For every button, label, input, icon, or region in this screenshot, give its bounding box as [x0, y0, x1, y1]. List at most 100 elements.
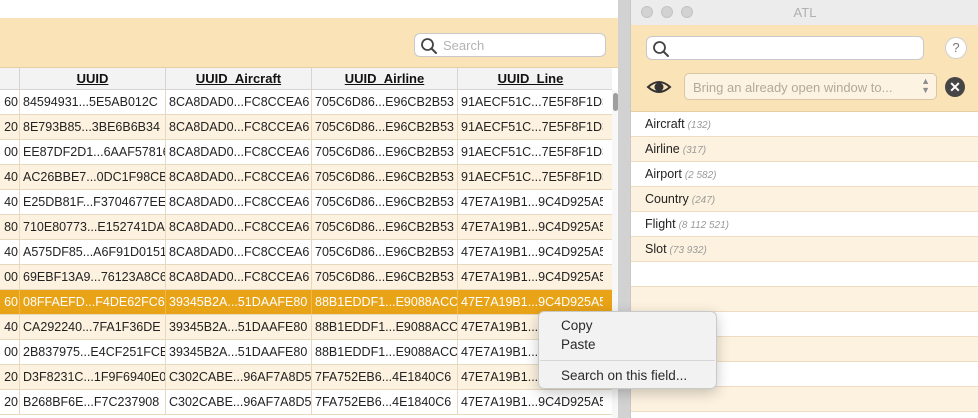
table-cell[interactable]: E25DB81F...F3704677EE [19, 190, 165, 214]
menu-item-search-field[interactable]: Search on this field... [561, 368, 687, 383]
table-cell[interactable]: 20 [0, 390, 19, 414]
table-cell[interactable]: 20 [0, 365, 19, 389]
table-cell[interactable]: 705C6D86...E96CB2B53 [311, 140, 457, 164]
table-row[interactable]: 60 84594931...5E5AB012C 8CA8DAD0...FC8CCEA… [0, 90, 612, 115]
table-row[interactable]: 60 08FFAEFD...F4DE62FC6 39345B2A...51DAAFE… [0, 290, 612, 315]
table-cell[interactable]: 40 [0, 315, 19, 339]
table-row[interactable]: 40 A575DF85...A6F91D0151 8CA8DAD0...FC8CCE… [0, 240, 612, 265]
table-row[interactable]: 00 2B837975...E4CF251FCB 39345B2A...51DAAF… [0, 340, 612, 365]
table-cell[interactable]: 40 [0, 240, 19, 264]
table-cell[interactable]: 8CA8DAD0...FC8CCEA6 [165, 90, 311, 114]
column-header[interactable]: UUID_Aircraft [165, 68, 311, 90]
table-body[interactable]: 60 84594931...5E5AB012C 8CA8DAD0...FC8CCEA… [0, 90, 612, 418]
list-item[interactable]: Aircraft (132) [631, 112, 978, 137]
table-cell[interactable]: 00 [0, 140, 19, 164]
eye-icon[interactable] [646, 76, 672, 98]
table-row[interactable]: 00 EE87DF2D1...6AAF57816 8CA8DAD0...FC8CCE… [0, 140, 612, 165]
table-cell[interactable]: 8CA8DAD0...FC8CCEA6 [165, 165, 311, 189]
help-button[interactable]: ? [945, 37, 967, 59]
table-cell[interactable]: 8CA8DAD0...FC8CCEA6 [165, 265, 311, 289]
table-row[interactable]: 40 E25DB81F...F3704677EE 8CA8DAD0...FC8CCE… [0, 190, 612, 215]
list-item-label: Airline (317) [645, 142, 706, 156]
table-cell[interactable]: 40 [0, 165, 19, 189]
list-item[interactable]: Country (247) [631, 187, 978, 212]
table-cell[interactable]: 08FFAEFD...F4DE62FC6 [19, 290, 165, 314]
table-cell[interactable]: 8E793B85...3BE6B6B34 [19, 115, 165, 139]
table-cell[interactable]: 705C6D86...E96CB2B53 [311, 215, 457, 239]
entity-count: (247) [691, 195, 716, 206]
table-cell[interactable]: 47E7A19B1...9C4D925A5 [457, 265, 603, 289]
table-cell[interactable]: 47E7A19B1...9C4D925A5 [457, 240, 603, 264]
table-cell[interactable]: 705C6D86...E96CB2B53 [311, 90, 457, 114]
table-row[interactable]: 40 CA292240...7FA1F36DE 39345B2A...51DAAFE… [0, 315, 612, 340]
column-header[interactable]: UUID_Line [457, 68, 603, 90]
list-item[interactable]: Flight (8 112 521) [631, 212, 978, 237]
clear-button[interactable]: ✕ [945, 77, 965, 97]
table-row[interactable]: 40 AC26BBE7...0DC1F98CB 8CA8DAD0...FC8CCEA… [0, 165, 612, 190]
table-cell[interactable]: 8CA8DAD0...FC8CCEA6 [165, 240, 311, 264]
table-cell[interactable]: 705C6D86...E96CB2B53 [311, 190, 457, 214]
table-cell[interactable]: 705C6D86...E96CB2B53 [311, 165, 457, 189]
list-item[interactable]: Airline (317) [631, 137, 978, 162]
table-cell[interactable]: 88B1EDDF1...E9088ACC [311, 315, 457, 339]
table-cell[interactable]: 705C6D86...E96CB2B53 [311, 265, 457, 289]
table-cell[interactable]: 91AECF51C...7E5F8F1D3 [457, 140, 603, 164]
table-row[interactable]: 80 710E80773...E152741DA 8CA8DAD0...FC8CCE… [0, 215, 612, 240]
table-cell[interactable]: 47E7A19B1...9C4D925A5 [457, 215, 603, 239]
table-cell[interactable]: 39345B2A...51DAAFE80 [165, 315, 311, 339]
table-cell[interactable]: 39345B2A...51DAAFE80 [165, 290, 311, 314]
main-search-field[interactable]: Search [414, 33, 606, 57]
table-row[interactable]: 20 D3F8231C...1F9F6940E0 C302CABE...96AF7A… [0, 365, 612, 390]
list-item[interactable]: Slot (73 932) [631, 237, 978, 262]
table-cell[interactable]: 60 [0, 90, 19, 114]
column-header[interactable]: UUID_Airline [311, 68, 457, 90]
list-item[interactable]: Airport (2 582) [631, 162, 978, 187]
table-cell[interactable]: 2B837975...E4CF251FCB [19, 340, 165, 364]
table-cell[interactable]: 705C6D86...E96CB2B53 [311, 115, 457, 139]
table-cell[interactable]: 47E7A19B1...9C4D925A5 [457, 390, 603, 414]
table-cell[interactable]: 705C6D86...E96CB2B53 [311, 240, 457, 264]
entity-name: Airline [645, 142, 680, 156]
table-cell[interactable]: 47E7A19B1...9C4D925A5 [457, 190, 603, 214]
table-cell[interactable]: 91AECF51C...7E5F8F1D3 [457, 165, 603, 189]
table-cell[interactable]: 39345B2A...51DAAFE80 [165, 340, 311, 364]
table-cell[interactable]: 8CA8DAD0...FC8CCEA6 [165, 215, 311, 239]
entity-name: Aircraft [645, 117, 685, 131]
table-cell[interactable]: 8CA8DAD0...FC8CCEA6 [165, 190, 311, 214]
table-cell[interactable]: 00 [0, 265, 19, 289]
table-row[interactable]: 20 8E793B85...3BE6B6B34 8CA8DAD0...FC8CCEA… [0, 115, 612, 140]
table-row[interactable]: 00 69EBF13A9...76123A8C6 8CA8DAD0...FC8CCE… [0, 265, 612, 290]
table-cell[interactable]: 88B1EDDF1...E9088ACC [311, 340, 457, 364]
table-cell[interactable]: EE87DF2D1...6AAF57816 [19, 140, 165, 164]
table-cell[interactable]: 40 [0, 190, 19, 214]
table-cell[interactable]: 8CA8DAD0...FC8CCEA6 [165, 115, 311, 139]
table-cell[interactable]: 88B1EDDF1...E9088ACC [311, 290, 457, 314]
table-cell[interactable]: 84594931...5E5AB012C [19, 90, 165, 114]
menu-item-copy[interactable]: Copy [561, 318, 593, 333]
column-header[interactable] [0, 68, 19, 90]
table-cell[interactable]: 7FA752EB6...4E1840C6 [311, 390, 457, 414]
table-cell[interactable]: 7FA752EB6...4E1840C6 [311, 365, 457, 389]
table-cell[interactable]: 00 [0, 340, 19, 364]
table-cell[interactable]: D3F8231C...1F9F6940E0 [19, 365, 165, 389]
table-cell[interactable]: 69EBF13A9...76123A8C6 [19, 265, 165, 289]
table-cell[interactable]: 710E80773...E152741DA [19, 215, 165, 239]
table-cell[interactable]: C302CABE...96AF7A8D5 [165, 390, 311, 414]
table-cell[interactable]: CA292240...7FA1F36DE [19, 315, 165, 339]
table-cell[interactable]: C302CABE...96AF7A8D5 [165, 365, 311, 389]
table-cell[interactable]: 80 [0, 215, 19, 239]
table-cell[interactable]: 8CA8DAD0...FC8CCEA6 [165, 140, 311, 164]
window-select-dropdown[interactable]: Bring an already open window to... ▲ ▼ [684, 73, 937, 100]
table-cell[interactable]: 91AECF51C...7E5F8F1D3 [457, 115, 603, 139]
table-cell[interactable]: AC26BBE7...0DC1F98CB [19, 165, 165, 189]
table-cell[interactable]: 20 [0, 115, 19, 139]
list-item-label: Aircraft (132) [645, 117, 711, 131]
table-cell[interactable]: 91AECF51C...7E5F8F1D3 [457, 90, 603, 114]
column-header[interactable]: UUID [19, 68, 165, 90]
table-cell[interactable]: 60 [0, 290, 19, 314]
atl-search-field[interactable] [646, 36, 924, 60]
menu-item-paste[interactable]: Paste [561, 337, 596, 352]
table-cell[interactable]: A575DF85...A6F91D0151 [19, 240, 165, 264]
table-row[interactable]: 20 B268BF6E...F7C237908 C302CABE...96AF7A8… [0, 390, 612, 415]
table-cell[interactable]: B268BF6E...F7C237908 [19, 390, 165, 414]
